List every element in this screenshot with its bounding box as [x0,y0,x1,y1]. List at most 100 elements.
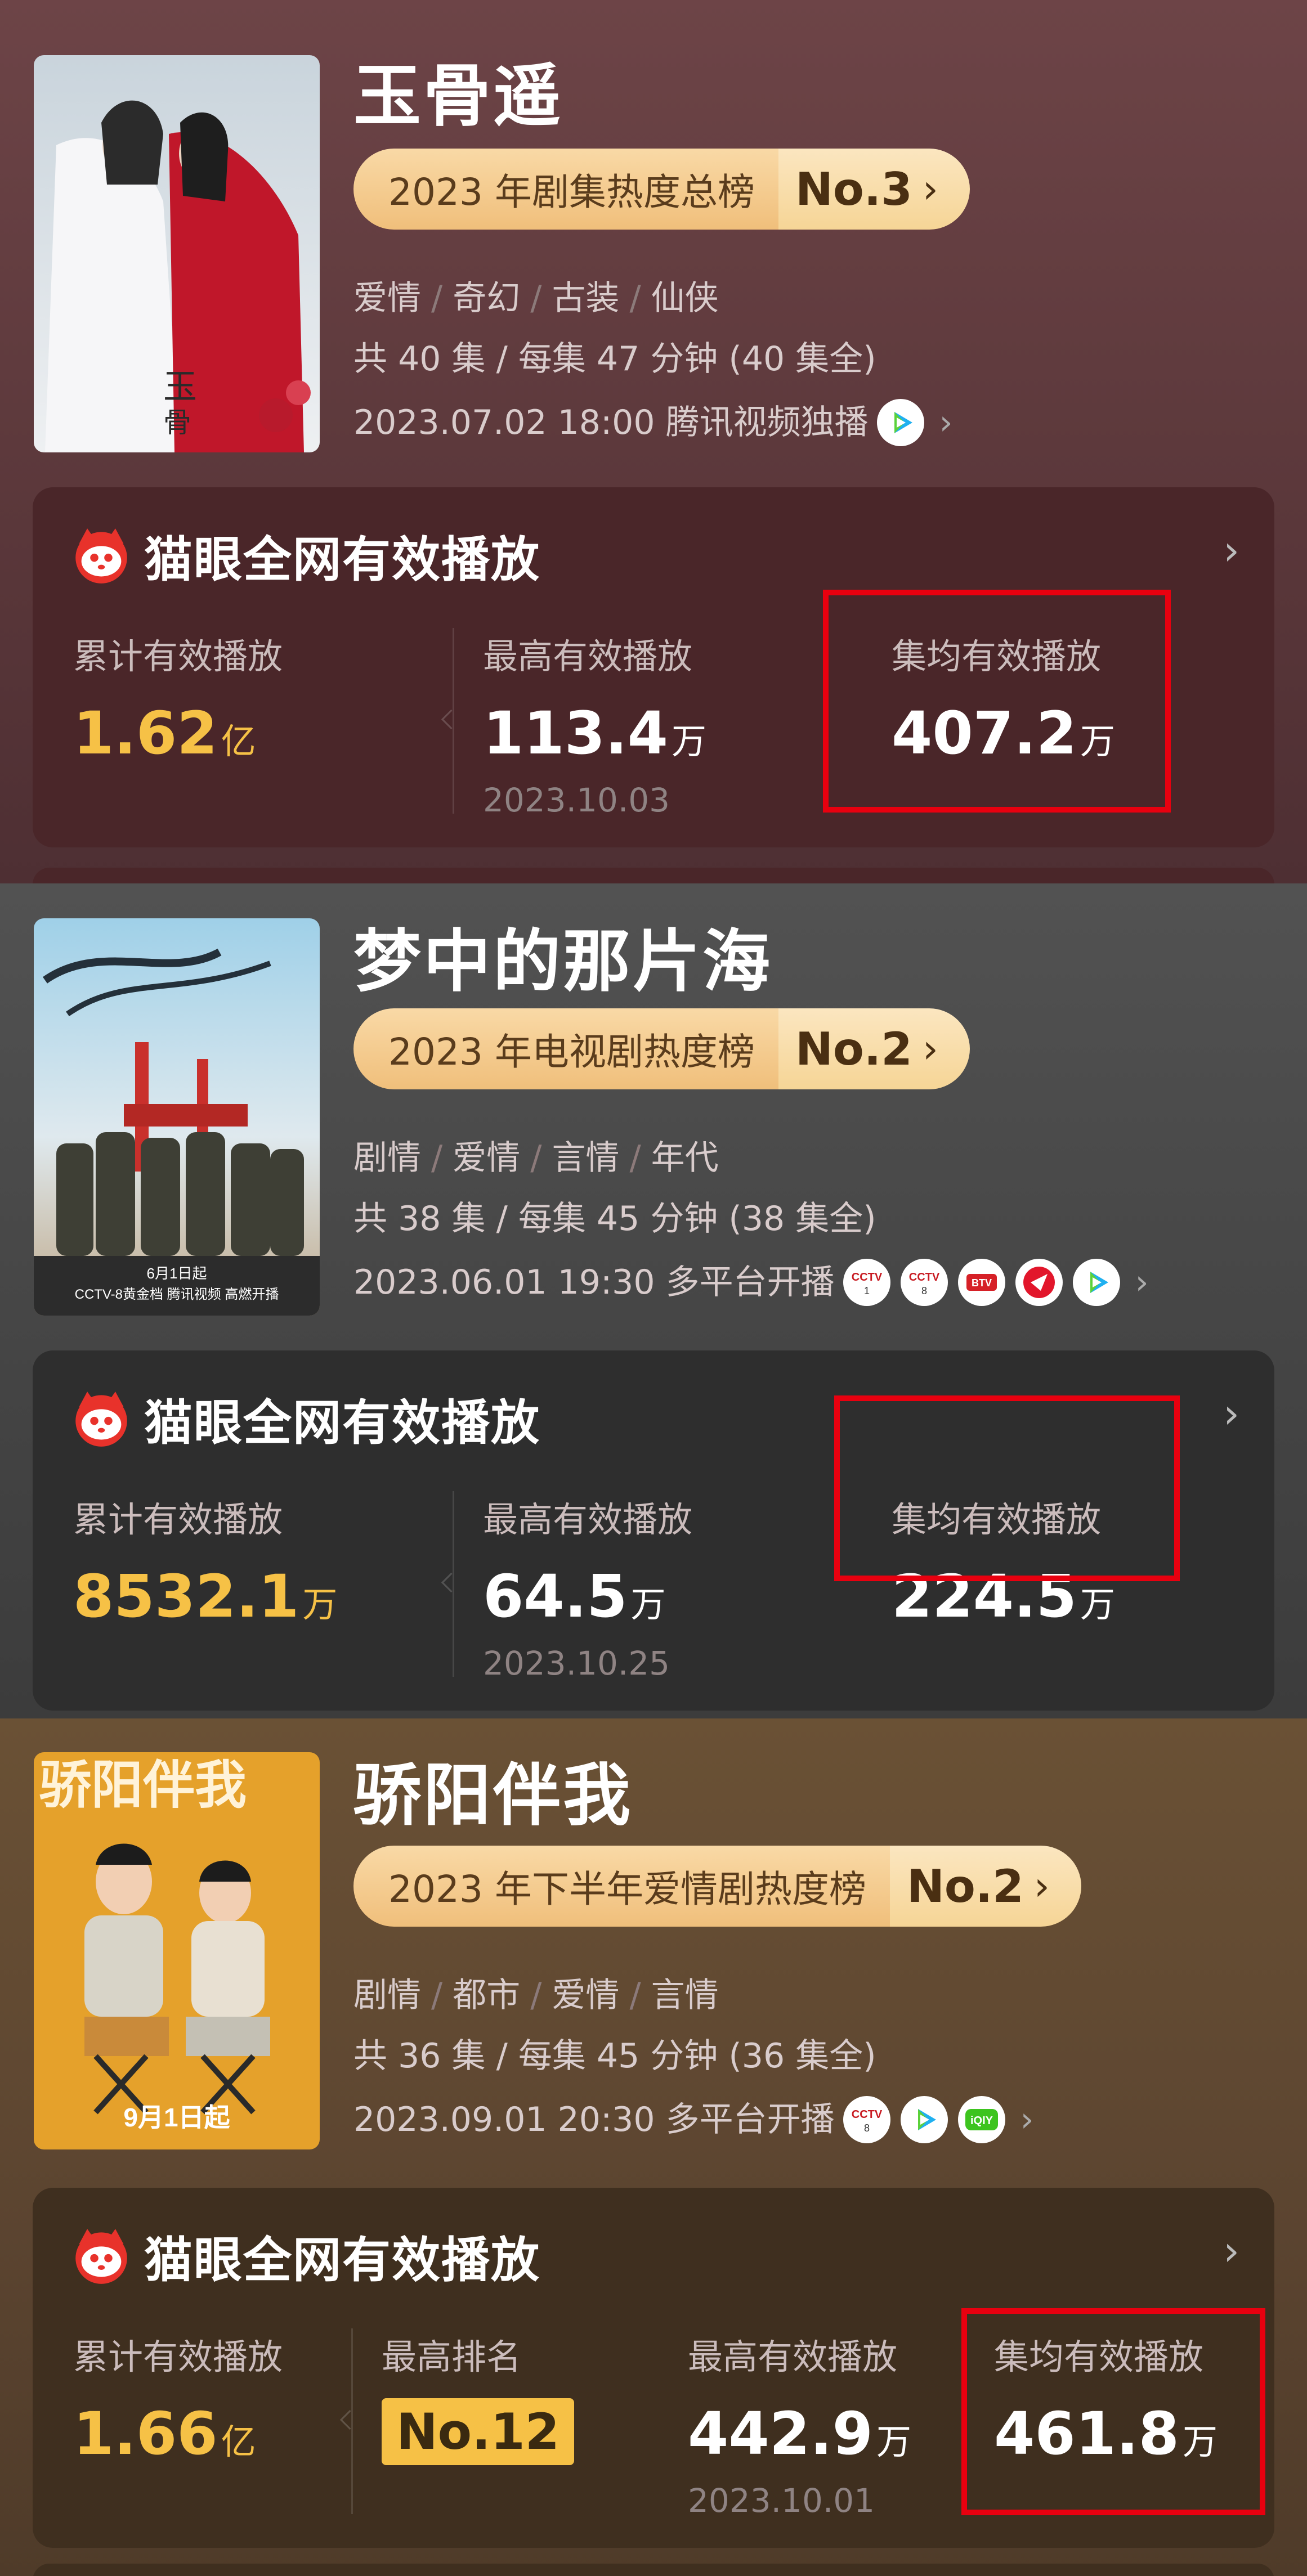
genre-tag: 言情 [552,1138,620,1178]
card-header: 猫眼全网有效播放 [72,520,540,590]
release-info[interactable]: 2023.09.01 20:30 多平台开播 CCTV 8 iQIY › [353,2094,1034,2145]
poster-title: 骄阳伴我 [39,1755,247,1815]
stat-best-rank: 最高排名 No.12 [382,2328,574,2465]
chevron-right-icon: › [1033,1863,1050,1909]
poster-date: 6月1日起 [147,1265,207,1282]
poster-caption: CCTV-8黄金档 腾讯视频 高燃开播 [75,1287,279,1302]
stat-peak: 最高有效播放 113.4万 2023.10.03 [483,628,706,819]
genre-tag: 剧情 [353,1976,421,2015]
show-title: 玉骨遥 [353,57,563,136]
btv-icon: BTV [956,1257,1007,1308]
stat-label: 累计有效播放 [73,1499,283,1540]
maoyan-cat-icon [75,528,127,584]
stat-cumulative: 累计有效播放 1.66亿 [73,2328,283,2468]
maoyan-stats-card[interactable]: 猫眼全网有效播放 › 累计有效播放 1.66亿 最高排名 No.12 最高有效播… [33,2188,1274,2548]
best-rank-badge: No.12 [382,2398,574,2465]
genre-tag: 奇幻 [453,279,521,318]
episode-info: 共 38 集 / 每集 45 分钟 (38 集全) [353,1199,876,1238]
genre-tag: 爱情 [552,1976,620,2015]
genre-tag: 古装 [552,279,620,318]
release-text: 2023.06.01 19:30 多平台开播 [353,1263,835,1302]
card-title: 猫眼全网有效播放 [144,1395,540,1451]
maoyan-stats-card[interactable]: 猫眼全网有效播放 › 累计有效播放 1.62亿 最高有效播放 113.4万 20… [33,487,1274,847]
genre-tag: 剧情 [353,1138,421,1178]
chevron-right-icon[interactable]: › [1223,2227,1239,2274]
release-info[interactable]: 2023.07.02 18:00 腾讯视频独播 › [353,397,953,448]
rank-position: No.2 [795,1022,912,1075]
maoyan-cat-icon [75,2228,127,2284]
episode-info: 共 36 集 / 每集 45 分钟 (36 集全) [353,2036,876,2076]
chevron-right-icon: › [922,1026,938,1072]
poster-date: 9月1日起 [123,2103,230,2132]
cctv8-icon: CCTV 8 [899,1257,950,1308]
svg-text:BTV: BTV [972,1277,992,1289]
show-section-mengzhong: 6月1日起 CCTV-8黄金档 腾讯视频 高燃开播 梦中的那片海 2023 年电… [0,883,1307,1718]
show-title: 骄阳伴我 [353,1757,633,1835]
stat-peak: 最高有效播放 442.9万 2023.10.01 [688,2328,911,2520]
poster-image[interactable]: 6月1日起 CCTV-8黄金档 腾讯视频 高燃开播 [34,918,320,1316]
dragon-tv-icon [1014,1257,1064,1308]
show-section-yugu-yao: 玉 骨 玉骨遥 2023 年剧集热度总榜 No.3 › 爱情 / 奇幻 / 古装 / 仙侠 共… [0,0,1307,883]
svg-text:1: 1 [864,1285,870,1296]
svg-text:CCTV: CCTV [851,2108,882,2121]
tencent-video-icon [1071,1257,1122,1308]
card-header: 猫眼全网有效播放 [72,2220,540,2291]
genre-list: 剧情 / 都市 / 爱情 / 言情 [353,1976,719,2015]
svg-text:8: 8 [921,1285,927,1296]
stat-date: 2023.10.03 [483,781,670,819]
rank-label: 2023 年下半年爱情剧热度榜 [353,1846,890,1927]
rank-pill[interactable]: 2023 年电视剧热度榜 No.2 › [353,1008,970,1089]
rank-pill[interactable]: 2023 年下半年爱情剧热度榜 No.2 › [353,1846,1081,1927]
genre-list: 爱情 / 奇幻 / 古装 / 仙侠 [353,279,719,318]
chevron-right-icon: › [922,166,938,212]
genre-tag: 爱情 [353,279,421,318]
divider [351,2328,353,2514]
poster-image[interactable]: 骄阳伴我 9月1日起 [34,1752,320,2149]
divider [453,1491,454,1677]
release-text: 2023.07.02 18:00 腾讯视频独播 [353,403,869,442]
rank-label: 2023 年剧集热度总榜 [353,149,778,230]
show-title: 梦中的那片海 [353,923,772,1001]
card-header: 猫眼全网有效播放 [72,1383,540,1453]
card-title: 猫眼全网有效播放 [144,2232,540,2288]
rank-label: 2023 年电视剧热度榜 [353,1008,778,1089]
stat-cumulative: 累计有效播放 1.62亿 [73,628,283,768]
stat-date: 2023.10.01 [688,2481,875,2520]
tencent-video-icon [899,2094,950,2145]
stat-date: 2023.10.25 [483,1644,670,1682]
release-text: 2023.09.01 20:30 多平台开播 [353,2100,835,2139]
stat-label: 累计有效播放 [73,2336,283,2377]
show-section-jiaoyang-banwo: 骄阳伴我 9月1日起 骄阳伴我 2023 年下半年爱情剧热度榜 No.2 › 剧情… [0,1718,1307,2576]
stat-label: 累计有效播放 [73,636,283,677]
svg-text:CCTV: CCTV [908,1271,939,1283]
genre-tag: 年代 [651,1138,719,1178]
cctv8-icon: CCTV 8 [842,2094,892,2145]
genre-tag: 仙侠 [651,279,719,318]
episode-info: 共 40 集 / 每集 47 分钟 (40 集全) [353,339,876,379]
highlight-box [823,590,1171,813]
cctv1-icon: CCTV 1 [842,1257,892,1308]
highlight-box [961,2308,1265,2515]
stat-label: 最高有效播放 [688,2336,898,2377]
stat-peak: 最高有效播放 64.5万 2023.10.25 [483,1491,692,1682]
svg-text:CCTV: CCTV [851,1271,882,1283]
chevron-right-icon: › [1020,2100,1034,2139]
maoyan-cat-icon [75,1391,127,1447]
svg-text:骨: 骨 [163,406,191,439]
stat-label: 最高有效播放 [483,636,693,677]
card-title: 猫眼全网有效播放 [144,532,540,588]
release-info[interactable]: 2023.06.01 19:30 多平台开播 CCTV 1 CCTV 8 BTV › [353,1257,1149,1308]
poster-image[interactable]: 玉 骨 [34,55,320,452]
stat-label: 最高排名 [382,2336,522,2377]
stat-value: 1.62亿 [73,699,256,768]
svg-text:iQIY: iQIY [970,2115,993,2127]
rank-pill[interactable]: 2023 年剧集热度总榜 No.3 › [353,149,970,230]
chevron-right-icon[interactable]: › [1223,1390,1239,1437]
chevron-right-icon: › [1135,1263,1149,1302]
maoyan-stats-card[interactable]: 猫眼全网有效播放 › 累计有效播放 8532.1万 最高有效播放 64.5万 2… [33,1350,1274,1711]
divider [453,628,454,814]
stat-value: 442.9万 [688,2399,911,2468]
next-card-edge [33,2564,1274,2576]
stat-cumulative: 累计有效播放 8532.1万 [73,1491,337,1631]
chevron-right-icon[interactable]: › [1223,527,1239,574]
